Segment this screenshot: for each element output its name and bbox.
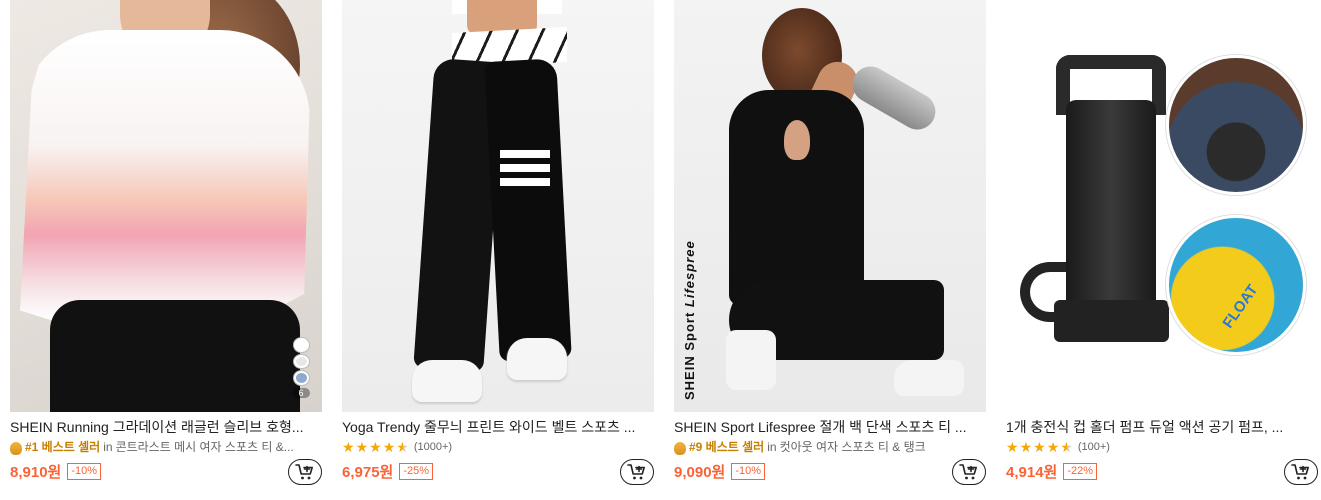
- half-star-icon: ★: [396, 439, 409, 455]
- star-icon: ★: [1019, 439, 1033, 455]
- back-cutout: [784, 120, 810, 160]
- product-image[interactable]: FLOAT: [1006, 0, 1318, 412]
- swatch-blue[interactable]: [293, 371, 309, 386]
- star-icon: ★: [1046, 439, 1060, 455]
- star-rating: ★ ★ ★ ★ ★: [1006, 439, 1073, 455]
- color-swatches[interactable]: 6: [290, 338, 312, 399]
- product-image[interactable]: [342, 0, 654, 412]
- best-seller-medal-icon: [10, 441, 22, 455]
- leg-stripes: [500, 150, 550, 190]
- review-count: (100+): [1077, 441, 1110, 453]
- product-image[interactable]: SHEIN Sport Lifespree: [674, 0, 986, 412]
- price: 9,090원: [674, 464, 726, 481]
- swatch-white[interactable]: [293, 338, 309, 352]
- price-row: 9,090원 -10%: [674, 461, 766, 482]
- inset-mattress-photo: [1166, 55, 1306, 195]
- add-to-cart-button[interactable]: [952, 459, 986, 485]
- product-title[interactable]: 1개 충전식 컵 홀더 펌프 듀얼 액션 공기 펌프, ...: [1006, 418, 1318, 436]
- add-to-cart-icon: [1291, 464, 1309, 480]
- sneaker-left: [412, 360, 482, 402]
- star-icon: ★: [382, 439, 396, 455]
- discount-badge: -25%: [399, 463, 434, 480]
- product-grid: 6 SHEIN Running 그라데이션 래글런 슬리브 호형... #1 베…: [0, 0, 1321, 500]
- add-to-cart-icon: [627, 464, 645, 480]
- pump-cylinder: [1066, 100, 1156, 315]
- add-to-cart-button[interactable]: [620, 459, 654, 485]
- product-title[interactable]: Yoga Trendy 줄무늬 프린트 와이드 벨트 스포츠 ...: [342, 418, 654, 436]
- best-seller-rank: #1 베스트 셀러: [25, 440, 101, 454]
- price-row: 6,975원 -25%: [342, 461, 434, 482]
- sneaker-left: [726, 330, 776, 390]
- star-icon: ★: [342, 439, 355, 455]
- swatch-light-gray[interactable]: [293, 354, 309, 369]
- sneaker-right: [894, 360, 964, 396]
- sneaker-right: [507, 338, 567, 380]
- rating-row[interactable]: ★ ★ ★ ★ ★ (1000+): [342, 439, 654, 455]
- inset-float-photo: [1166, 215, 1306, 355]
- price: 8,910원: [10, 464, 62, 481]
- product-title[interactable]: SHEIN Running 그라데이션 래글런 슬리브 호형...: [10, 418, 322, 436]
- price: 4,914원: [1006, 464, 1058, 481]
- price: 6,975원: [342, 464, 394, 481]
- best-seller-row[interactable]: #9 베스트 셀러 in 컷아웃 여자 스포츠 티 & 탱크: [674, 439, 986, 455]
- add-to-cart-icon: [959, 464, 977, 480]
- product-card[interactable]: Yoga Trendy 줄무늬 프린트 와이드 벨트 스포츠 ... ★ ★ ★…: [342, 0, 654, 500]
- product-card[interactable]: 6 SHEIN Running 그라데이션 래글런 슬리브 호형... #1 베…: [10, 0, 322, 500]
- half-star-icon: ★: [1060, 439, 1073, 455]
- add-to-cart-button[interactable]: [1284, 459, 1318, 485]
- discount-badge: -10%: [67, 463, 102, 480]
- best-seller-category[interactable]: 컷아웃 여자 스포츠 티 & 탱크: [780, 439, 926, 455]
- in-label: in: [767, 440, 777, 454]
- rating-row[interactable]: ★ ★ ★ ★ ★ (100+): [1006, 439, 1318, 455]
- star-rating: ★ ★ ★ ★ ★: [342, 439, 409, 455]
- brand-watermark: SHEIN Sport Lifespree: [682, 240, 697, 400]
- star-icon: ★: [1033, 439, 1046, 455]
- in-label: in: [103, 440, 113, 454]
- product-card[interactable]: FLOAT 1개 충전식 컵 홀더 펌프 듀얼 액션 공기 펌프, ... ★ …: [1006, 0, 1318, 500]
- black-bottoms: [50, 300, 300, 412]
- star-icon: ★: [355, 439, 369, 455]
- best-seller-rank: #9 베스트 셀러: [689, 440, 765, 454]
- product-title[interactable]: SHEIN Sport Lifespree 절개 백 단색 스포츠 티 ...: [674, 418, 986, 436]
- discount-badge: -22%: [1063, 463, 1098, 480]
- best-seller-medal-icon: [674, 441, 686, 455]
- add-to-cart-icon: [295, 464, 313, 480]
- add-to-cart-button[interactable]: [288, 459, 322, 485]
- pump-base: [1054, 300, 1169, 342]
- best-seller-row[interactable]: #1 베스트 셀러 in 콘트라스트 메시 여자 스포츠 티 &...: [10, 439, 322, 455]
- price-row: 8,910원 -10%: [10, 461, 102, 482]
- review-count: (1000+): [413, 441, 453, 453]
- swatch-more-count[interactable]: 6: [292, 388, 310, 399]
- star-icon: ★: [1006, 439, 1019, 455]
- price-row: 4,914원 -22%: [1006, 461, 1098, 482]
- best-seller-category[interactable]: 콘트라스트 메시 여자 스포츠 티 &...: [116, 439, 294, 455]
- product-card[interactable]: SHEIN Sport Lifespree SHEIN Sport Lifesp…: [674, 0, 986, 500]
- star-icon: ★: [369, 439, 382, 455]
- legging-right-leg: [484, 58, 572, 362]
- product-image[interactable]: 6: [10, 0, 322, 412]
- discount-badge: -10%: [731, 463, 766, 480]
